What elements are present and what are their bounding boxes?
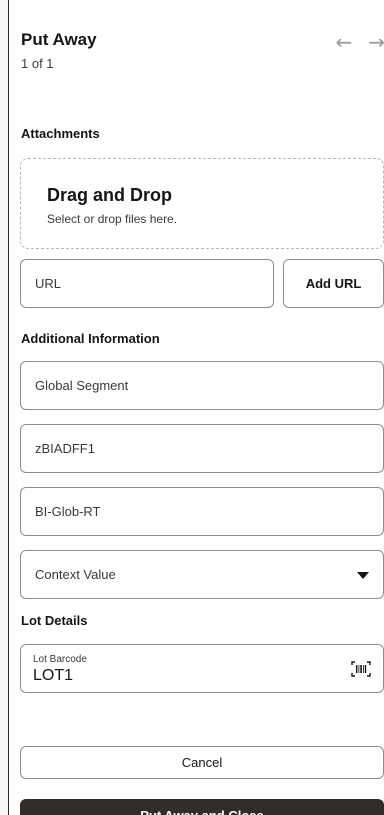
- lot-details-heading: Lot Details: [21, 613, 88, 628]
- cancel-button[interactable]: Cancel: [20, 746, 384, 779]
- panel-header: Put Away 1 of 1 ← →: [21, 30, 384, 71]
- record-navigation: ← →: [335, 32, 384, 52]
- dropzone-title: Drag and Drop: [47, 185, 173, 205]
- url-placeholder: URL: [35, 276, 62, 291]
- arrow-right-icon[interactable]: →: [368, 32, 384, 52]
- global-segment-field[interactable]: Global Segment: [20, 361, 384, 410]
- additional-information-heading: Additional Information: [21, 331, 160, 346]
- lot-barcode-label: Lot Barcode: [33, 654, 87, 665]
- context-value-select[interactable]: Context Value: [20, 550, 384, 599]
- bi-glob-rt-field[interactable]: BI-Glob-RT: [20, 487, 384, 536]
- lot-barcode-field[interactable]: Lot Barcode LOT1: [20, 644, 384, 693]
- put-away-panel: Put Away 1 of 1 ← → Attachments Drag and…: [8, 0, 384, 815]
- lot-barcode-value: LOT1: [33, 667, 74, 684]
- page-title: Put Away: [21, 30, 97, 49]
- put-away-and-close-button[interactable]: Put Away and Close: [20, 799, 384, 815]
- url-input[interactable]: URL: [20, 259, 274, 308]
- add-url-button[interactable]: Add URL: [283, 259, 384, 308]
- bi-glob-rt-value: BI-Glob-RT: [35, 504, 101, 519]
- context-value-label: Context Value: [35, 567, 116, 582]
- zbiadff1-field[interactable]: zBIADFF1: [20, 424, 384, 473]
- dropzone-subtitle: Select or drop files here.: [47, 212, 178, 226]
- caret-down-icon: [357, 572, 369, 579]
- file-dropzone[interactable]: Drag and Drop Select or drop files here.: [20, 158, 384, 249]
- zbiadff1-value: zBIADFF1: [35, 441, 95, 456]
- attachments-heading: Attachments: [21, 126, 100, 141]
- global-segment-value: Global Segment: [35, 378, 129, 393]
- arrow-left-icon[interactable]: ←: [335, 32, 352, 52]
- barcode-scan-icon[interactable]: [351, 661, 371, 677]
- record-counter: 1 of 1: [21, 56, 54, 71]
